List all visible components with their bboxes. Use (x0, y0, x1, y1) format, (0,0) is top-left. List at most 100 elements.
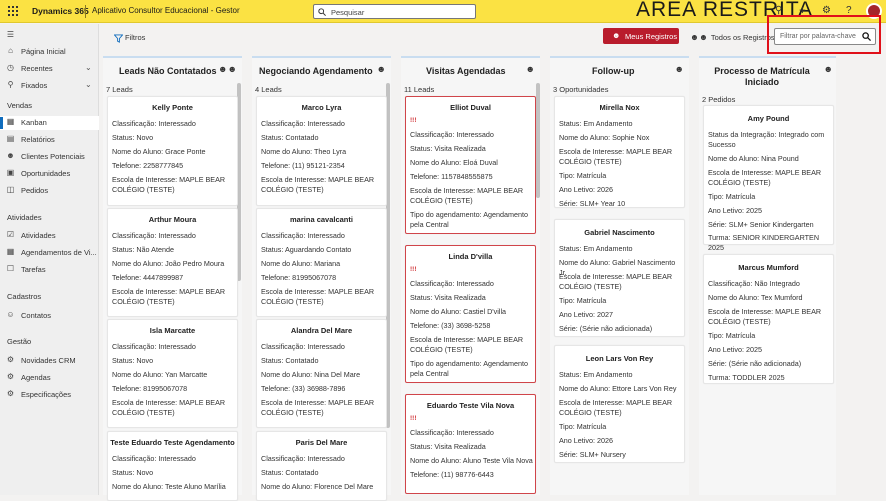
card-field: Telefone: (11) 95121-2354 (261, 161, 345, 170)
calendar-icon: ▦ (6, 247, 15, 256)
scrollbar[interactable] (536, 83, 540, 198)
sidebar-item-agendamentos[interactable]: ▦ Agendamentos de Vi... (0, 246, 99, 260)
sidebar-item-label: Fixados (21, 81, 48, 90)
card-field: Nome do Aluno: Aluno Teste Vila Nova (410, 456, 533, 465)
users-icon: ☻ (6, 151, 15, 160)
card-field: Status: Novo (112, 356, 154, 365)
app-name[interactable]: Aplicativo Consultor Educacional - Gesto… (92, 6, 240, 15)
card-field: Nome do Aluno: Ettore Lars Von Rey (559, 384, 677, 393)
divider (85, 5, 86, 18)
lead-card[interactable]: Eduardo Teste Vila Nova !!! Classificaçã… (405, 394, 536, 494)
sidebar-item-home[interactable]: ⌂ Página Inicial (0, 45, 99, 59)
card-name: Leon Lars Von Rey (585, 354, 654, 363)
chevron-down-icon: ⌄ (85, 63, 92, 72)
card-field: Ano Letivo: 2026 (559, 436, 613, 445)
opportunity-card[interactable]: Mirella Nox Status: Em Andamento Nome do… (554, 96, 685, 208)
global-search-input[interactable]: Pesquisar (313, 4, 476, 19)
search-icon[interactable] (862, 32, 871, 41)
sidebar-item-pedidos[interactable]: ◫ Pedidos (0, 184, 99, 198)
filters-label: Filtros (125, 33, 146, 42)
column-title: Leads Não Contatados (119, 66, 217, 76)
lead-card[interactable]: Linda D'villa !!! Classificação: Interes… (405, 245, 536, 383)
card-field: Classificação: Interessado (410, 279, 494, 288)
lead-card[interactable]: Alandra Del Mare Classificação: Interess… (256, 319, 387, 428)
card-field: Nome do Aluno: Tex Mumford (708, 293, 803, 302)
sidebar-item-recent[interactable]: ◷ Recentes ⌄ (0, 62, 99, 76)
sidebar-item-pinned[interactable]: ⚲ Fixados ⌄ (0, 79, 99, 93)
people-icon[interactable]: ☻ (526, 64, 535, 74)
card-field: Escola de Interesse: MAPLE BEAR COLÉGIO … (261, 398, 375, 417)
lead-card[interactable]: Kelly Ponte Classificação: Interessado S… (107, 96, 238, 206)
lead-card[interactable]: Isla Marcatte Classificação: Interessado… (107, 319, 238, 428)
order-card[interactable]: Marcus Mumford Classificação: Não Integr… (703, 254, 834, 384)
search-icon (318, 8, 326, 16)
card-field: Nome do Aluno: Theo Lyra (261, 147, 347, 156)
card-field: Nome do Aluno: Yan Marcatte (112, 370, 208, 379)
card-field: Classificação: Interessado (261, 454, 345, 463)
card-field: Status: Contatado (261, 468, 319, 477)
sidebar-item-kanban[interactable]: ▦ Kanban (0, 116, 99, 130)
kanban-column-follow-up: Follow-up ☻ 3 Oportunidades Mirella Nox S… (550, 56, 689, 495)
sidebar-item-relatorios[interactable]: ▤ Relatórios (0, 133, 99, 147)
column-title: Processo de Matrícula Iniciado (714, 66, 810, 87)
people-icon[interactable]: ☻ (377, 64, 386, 74)
app-launcher-icon[interactable] (8, 6, 18, 16)
kanban-icon: ▦ (6, 117, 15, 126)
card-field: Série: (Série não adicionada) (708, 359, 802, 368)
card-field: Telefone: 4447899987 (112, 273, 184, 282)
keyword-filter-input[interactable]: Filtrar por palavra-chave (774, 28, 876, 45)
people-icon[interactable]: ☻ (824, 64, 833, 74)
opportunity-card[interactable]: Gabriel Nascimento Status: Em Andamento … (554, 219, 685, 337)
lead-card[interactable]: marina cavalcanti Classificação: Interes… (256, 208, 387, 317)
opportunity-card[interactable]: Leon Lars Von Rey Status: Em Andamento N… (554, 345, 685, 463)
brand-name[interactable]: Dynamics 365 (32, 6, 89, 16)
lead-card[interactable]: Marco Lyra Classificação: Interessado St… (256, 96, 387, 206)
card-field: Tipo: Matrícula (708, 331, 756, 340)
lead-card[interactable]: Arthur Moura Classificação: Interessado … (107, 208, 238, 317)
sidebar-item-agendas[interactable]: ⚙ Agendas (0, 371, 99, 385)
card-field: Telefone: 81995067078 (261, 273, 337, 282)
sidebar-item-tarefas[interactable]: ☐ Tarefas (0, 263, 99, 277)
chevron-down-icon: ⌄ (85, 80, 92, 89)
all-records-label: Todos os Registros (710, 33, 775, 42)
opportunity-icon: ▣ (6, 168, 15, 177)
card-name: Linda D'villa (448, 252, 493, 261)
card-field: Escola de Interesse: MAPLE BEAR COLÉGIO … (112, 287, 226, 306)
my-records-button[interactable]: ☻ Meus Registros (603, 28, 679, 44)
lead-card[interactable]: Teste Eduardo Teste Agendamento Classifi… (107, 431, 238, 501)
section-header-vendas: Vendas (7, 101, 33, 110)
lead-card[interactable]: Paris Del Mare Classificação: Interessad… (256, 431, 387, 501)
sidebar-item-label: Recentes (21, 64, 53, 73)
column-count: 7 Leads (106, 85, 133, 94)
sidebar-item-novidades[interactable]: ⚙ Novidades CRM (0, 354, 99, 368)
card-field: Escola de Interesse: MAPLE BEAR COLÉGIO … (708, 168, 822, 187)
order-icon: ◫ (6, 185, 15, 194)
sidebar-item-contatos[interactable]: ☺ Contatos (0, 309, 99, 323)
activity-icon: ☑ (6, 230, 15, 239)
people-icon[interactable]: ☻ (675, 64, 684, 74)
all-records-button[interactable]: ☻☻ Todos os Registros (690, 32, 775, 42)
sidebar-item-atividades[interactable]: ☑ Atividades (0, 229, 99, 243)
sidebar-item-clientes[interactable]: ☻ Clientes Potenciais (0, 150, 99, 164)
card-field: Escola de Interesse: MAPLE BEAR COLÉGIO … (261, 175, 375, 194)
sidebar-item-oportunidades[interactable]: ▣ Oportunidades (0, 167, 99, 181)
card-field: Tipo: Matrícula (559, 171, 607, 180)
card-field: Nome do Aluno: João Pedro Moura (112, 259, 225, 268)
card-field: Nome do Aluno: Nina Pound (708, 154, 799, 163)
card-field: Classificação: Interessado (410, 130, 494, 139)
pin-icon: ⚲ (7, 80, 14, 89)
sidebar-item-label: Kanban (21, 118, 47, 127)
menu-toggle-button[interactable]: ☰ (0, 29, 99, 43)
lead-card[interactable]: Elliot Duval !!! Classificação: Interess… (405, 96, 536, 234)
sidebar-item-especificacoes[interactable]: ⚙ Especificações (0, 388, 99, 402)
filters-button[interactable]: Filtros (113, 33, 146, 43)
clock-icon: ◷ (7, 63, 14, 72)
people-icon[interactable]: ☻☻ (218, 64, 237, 74)
order-card[interactable]: Amy Pound Status da Integração: Integrad… (703, 105, 834, 252)
home-icon: ⌂ (8, 46, 13, 55)
card-name: Elliot Duval (450, 103, 491, 112)
sidebar: ☰ ⌂ Página Inicial ◷ Recentes ⌄ ⚲ Fixados ⌄ V… (0, 24, 99, 495)
hamburger-icon: ☰ (6, 30, 15, 39)
search-placeholder: Pesquisar (331, 8, 365, 17)
card-field: Telefone: 1157848555875 (410, 172, 493, 181)
